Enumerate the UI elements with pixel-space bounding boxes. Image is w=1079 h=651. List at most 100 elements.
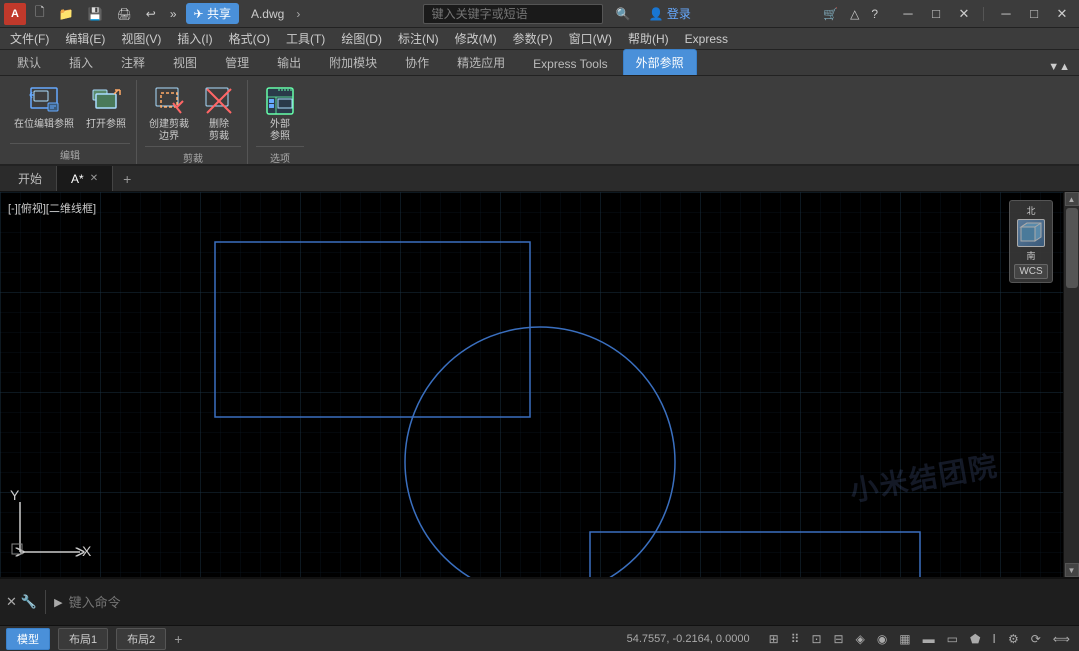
tab-insert[interactable]: 插入 bbox=[56, 49, 106, 75]
cmd-wrench-icon[interactable]: 🔧 bbox=[21, 594, 37, 610]
inner-close-btn[interactable]: ✕ bbox=[1049, 5, 1075, 23]
otrack-icon[interactable]: ▦ bbox=[896, 631, 913, 647]
osnap-icon[interactable]: ◉ bbox=[874, 631, 890, 647]
doc-tab-a[interactable]: A* ✕ bbox=[57, 166, 113, 191]
units-icon[interactable]: ⟳ bbox=[1028, 631, 1044, 647]
command-input[interactable] bbox=[69, 595, 1073, 610]
model-space-icon[interactable]: ⊞ bbox=[766, 631, 782, 647]
tab-model[interactable]: 模型 bbox=[6, 628, 50, 650]
del-clip-icon bbox=[203, 85, 235, 117]
menu-help[interactable]: 帮助(H) bbox=[620, 28, 677, 49]
ortho-icon[interactable]: ⊟ bbox=[831, 631, 847, 647]
doc-tabs: 开始 A* ✕ + bbox=[0, 166, 1079, 192]
open-ref-icon bbox=[90, 85, 122, 117]
menu-tools[interactable]: 工具(T) bbox=[278, 28, 333, 49]
annotate-icon[interactable]: Ⅰ bbox=[989, 631, 999, 647]
cmd-separator bbox=[45, 590, 46, 614]
tab-addons[interactable]: 附加模块 bbox=[316, 49, 390, 75]
svg-text:X: X bbox=[82, 543, 92, 559]
select-icon[interactable]: ⬟ bbox=[967, 631, 983, 647]
menu-draw[interactable]: 绘图(D) bbox=[333, 28, 390, 49]
coordinates-display: 54.7557, -0.2164, 0.0000 bbox=[627, 633, 750, 645]
btn-create-clip[interactable]: 创建剪裁边界 bbox=[145, 82, 193, 146]
tab-view[interactable]: 视图 bbox=[160, 49, 210, 75]
doc-tab-close-a[interactable]: ✕ bbox=[90, 173, 98, 184]
doc-tab-add[interactable]: + bbox=[113, 167, 141, 191]
open-btn[interactable]: 📁 bbox=[54, 5, 79, 23]
status-bar: 模型 布局1 布局2 + 54.7557, -0.2164, 0.0000 ⊞ … bbox=[0, 625, 1079, 651]
cmd-arrow-icon: ▶ bbox=[54, 596, 62, 609]
maximize-btn[interactable]: □ bbox=[923, 5, 949, 23]
panel-toggle-btn[interactable]: ▼▲ bbox=[1043, 59, 1075, 75]
share-btn[interactable]: ✈ 共享 bbox=[186, 3, 239, 24]
canvas-area[interactable]: [-][俯视][二维线框] Y X bbox=[0, 192, 1079, 577]
scroll-down-btn[interactable]: ▼ bbox=[1065, 563, 1079, 577]
tab-manage[interactable]: 管理 bbox=[212, 49, 262, 75]
ribbon-group-clip: 创建剪裁边界 删除剪裁 剪裁 bbox=[139, 80, 248, 164]
wcs-btn[interactable]: WCS bbox=[1014, 264, 1047, 279]
vertical-scrollbar[interactable]: ▲ ▼ bbox=[1063, 192, 1079, 577]
compass-south: 南 bbox=[1026, 249, 1035, 262]
new-btn[interactable]: 🗋 bbox=[30, 1, 50, 26]
lineweight-icon[interactable]: ▬ bbox=[920, 631, 938, 647]
inner-maximize-btn[interactable]: □ bbox=[1021, 5, 1047, 23]
menu-format[interactable]: 格式(O) bbox=[221, 28, 278, 49]
cart-btn[interactable]: 🛒 bbox=[818, 5, 843, 23]
btn-open-ref[interactable]: 打开参照 bbox=[82, 82, 130, 134]
tab-annotate[interactable]: 注释 bbox=[108, 49, 158, 75]
ext-ref-icon bbox=[264, 85, 296, 117]
tab-express-tools[interactable]: Express Tools bbox=[520, 52, 620, 75]
btn-ext-ref[interactable]: 外部参照 bbox=[258, 82, 302, 146]
viewcube: 北 南 WCS bbox=[1009, 200, 1053, 283]
search-btn[interactable]: 🔍 bbox=[611, 5, 636, 23]
menu-file[interactable]: 文件(F) bbox=[2, 28, 57, 49]
menu-bar: 文件(F) 编辑(E) 视图(V) 插入(I) 格式(O) 工具(T) 绘图(D… bbox=[0, 28, 1079, 50]
tab-default[interactable]: 默认 bbox=[4, 49, 54, 75]
ribbon-group-edit: 在位编辑参照 打开参照 编辑 bbox=[4, 80, 137, 164]
tab-featured[interactable]: 精选应用 bbox=[444, 49, 518, 75]
add-layout-btn[interactable]: + bbox=[174, 631, 182, 647]
print-btn[interactable]: 🖨 bbox=[112, 5, 137, 23]
transparency-icon[interactable]: ▭ bbox=[944, 631, 961, 647]
undo-btn[interactable]: ↩ bbox=[141, 5, 161, 23]
grid-icon[interactable]: ⠿ bbox=[788, 631, 803, 647]
minimize-btn[interactable]: ─ bbox=[895, 5, 921, 23]
isometric-icon[interactable]: ⟺ bbox=[1050, 631, 1073, 647]
cmd-x-icon[interactable]: ✕ bbox=[6, 594, 17, 610]
menu-dim[interactable]: 标注(N) bbox=[390, 28, 447, 49]
tab-collab[interactable]: 协作 bbox=[392, 49, 442, 75]
search-input[interactable] bbox=[423, 4, 603, 24]
btn-edit-ref[interactable]: 在位编辑参照 bbox=[10, 82, 78, 134]
save-btn[interactable]: 💾 bbox=[83, 5, 108, 23]
menu-modify[interactable]: 修改(M) bbox=[447, 28, 505, 49]
group-options-label: 选项 bbox=[256, 146, 304, 167]
scroll-track[interactable] bbox=[1064, 206, 1079, 563]
help-btn[interactable]: ? bbox=[866, 5, 883, 23]
more-btn[interactable]: » bbox=[165, 5, 182, 23]
tab-output[interactable]: 输出 bbox=[264, 49, 314, 75]
compass-north: 北 bbox=[1026, 204, 1035, 217]
scroll-up-btn[interactable]: ▲ bbox=[1065, 192, 1079, 206]
scroll-thumb[interactable] bbox=[1066, 208, 1078, 288]
doc-tab-start[interactable]: 开始 bbox=[4, 166, 57, 191]
snap-icon[interactable]: ⊡ bbox=[808, 631, 824, 647]
menu-insert[interactable]: 插入(I) bbox=[169, 28, 220, 49]
menu-view[interactable]: 视图(V) bbox=[113, 28, 169, 49]
polar-icon[interactable]: ◈ bbox=[853, 631, 868, 647]
tab-xref[interactable]: 外部参照 bbox=[623, 49, 697, 75]
viewcube-cube[interactable] bbox=[1017, 219, 1045, 247]
workspace-icon[interactable]: ⚙ bbox=[1005, 631, 1022, 647]
menu-edit[interactable]: 编辑(E) bbox=[57, 28, 113, 49]
close-btn[interactable]: ✕ bbox=[951, 5, 977, 23]
command-area: ✕ 🔧 ▶ bbox=[0, 577, 1079, 625]
delta-btn[interactable]: △ bbox=[845, 5, 864, 23]
btn-del-clip[interactable]: 删除剪裁 bbox=[197, 82, 241, 146]
menu-express[interactable]: Express bbox=[677, 30, 736, 48]
menu-window[interactable]: 窗口(W) bbox=[561, 28, 620, 49]
menu-params[interactable]: 参数(P) bbox=[505, 28, 561, 49]
tab-layout2[interactable]: 布局2 bbox=[116, 628, 166, 650]
inner-minimize-btn[interactable]: ─ bbox=[993, 5, 1019, 23]
tab-layout1[interactable]: 布局1 bbox=[58, 628, 108, 650]
login-btn[interactable]: 👤 登录 bbox=[644, 3, 696, 24]
canvas-view-label: [-][俯视][二维线框] bbox=[8, 200, 96, 216]
